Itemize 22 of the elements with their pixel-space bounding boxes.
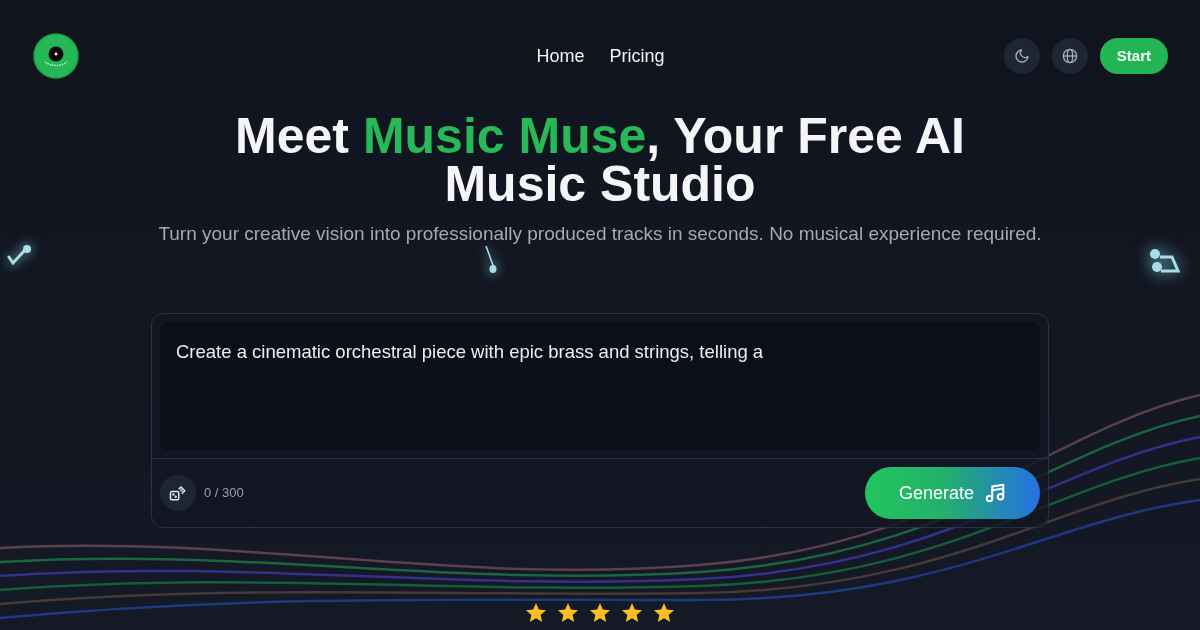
hero-subtitle: Turn your creative vision into professionally produced tracks in seconds. No musical experience required.: [158, 222, 1042, 246]
dark-mode-button[interactable]: [1003, 38, 1040, 74]
nav-link[interactable]: Home: [536, 42, 585, 70]
moon-icon: [1013, 48, 1030, 64]
music-notes-icon: [984, 482, 1007, 504]
prompt-input-field[interactable]: Create a cinematic orchestral piece with epic brass and strings, telling a: [160, 322, 1040, 450]
star-icon: [621, 602, 643, 624]
record-disc-logo-icon[interactable]: [33, 33, 79, 79]
character-counter: 0 / 300: [204, 484, 244, 503]
globe-icon: [1061, 48, 1078, 64]
music-note-icon: [6, 243, 32, 265]
hero-title: Meet Music Muse, Your Free AI Music Studio: [234, 112, 966, 208]
beamed-notes-icon: [1148, 247, 1182, 275]
random-prompt-button[interactable]: [160, 475, 196, 511]
star-icon: [653, 602, 675, 624]
music-note-icon: [484, 244, 498, 274]
star-icon: [525, 602, 547, 624]
dice-icon: [169, 484, 187, 502]
nav-link[interactable]: Pricing: [609, 42, 665, 70]
star-icon: [557, 602, 579, 624]
star-icon: [589, 602, 611, 624]
language-button[interactable]: [1051, 38, 1088, 74]
